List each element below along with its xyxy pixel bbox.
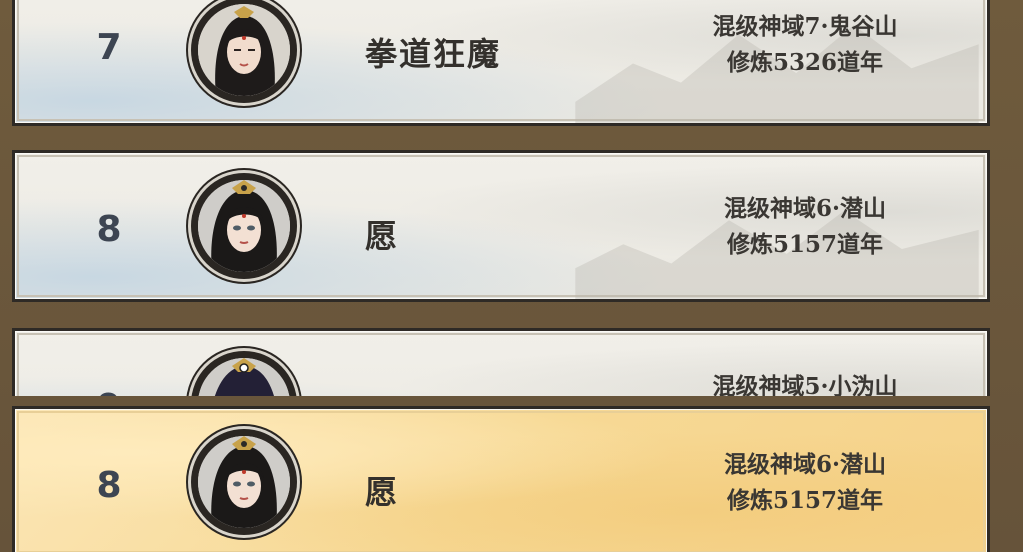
my-rank-panel: 8 愿 混级神域6·潜山 修炼5157道年	[0, 396, 1023, 552]
player-stats: 混级神域6·潜山 修炼5157道年	[655, 191, 955, 263]
leaderboard-row[interactable]: 9 小毛 混级神域5·小沩山	[12, 328, 990, 396]
my-rank-row[interactable]: 8 愿 混级神域6·潜山 修炼5157道年	[12, 406, 990, 552]
player-avatar[interactable]	[185, 167, 303, 285]
player-name: 愿	[365, 217, 400, 255]
realm-label: 混级神域6·潜山	[723, 195, 886, 222]
player-stats: 混级神域6·潜山 修炼5157道年	[655, 447, 955, 519]
player-name: 拳道狂魔	[365, 35, 502, 73]
cultivation-years: 修炼5157道年	[726, 231, 883, 258]
leaderboard-row[interactable]: 8 愿 混级神域6·潜山 修炼5157道年	[12, 150, 990, 302]
leaderboard-screen: 7 拳道狂魔 混级神域7·鬼谷山 修炼5326道年 8 愿 混级神域6·潜山 修…	[0, 0, 1023, 552]
portrait-icon	[198, 4, 290, 96]
realm-label: 混级神域6·潜山	[723, 451, 886, 478]
cultivation-years: 修炼5326道年	[726, 49, 883, 76]
player-avatar[interactable]	[185, 345, 303, 396]
rank-number: 8	[96, 209, 122, 250]
leaderboard-row[interactable]: 7 拳道狂魔 混级神域7·鬼谷山 修炼5326道年	[12, 0, 990, 126]
player-name: 愿	[365, 473, 400, 511]
rank-number: 7	[96, 27, 122, 68]
player-stats: 混级神域7·鬼谷山 修炼5326道年	[655, 9, 955, 81]
rank-number: 9	[89, 387, 129, 396]
player-name: 小毛	[365, 389, 433, 396]
portrait-icon	[198, 436, 290, 528]
leaderboard-list[interactable]: 7 拳道狂魔 混级神域7·鬼谷山 修炼5326道年 8 愿 混级神域6·潜山 修…	[0, 0, 1023, 396]
portrait-icon	[198, 180, 290, 272]
realm-label: 混级神域7·鬼谷山	[712, 13, 898, 40]
player-stats: 混级神域5·小沩山	[655, 369, 955, 396]
cultivation-years: 修炼5157道年	[726, 487, 883, 514]
realm-label: 混级神域5·小沩山	[712, 373, 898, 396]
rank-number: 8	[96, 465, 122, 506]
my-avatar[interactable]	[185, 423, 303, 541]
player-avatar[interactable]	[185, 0, 303, 109]
